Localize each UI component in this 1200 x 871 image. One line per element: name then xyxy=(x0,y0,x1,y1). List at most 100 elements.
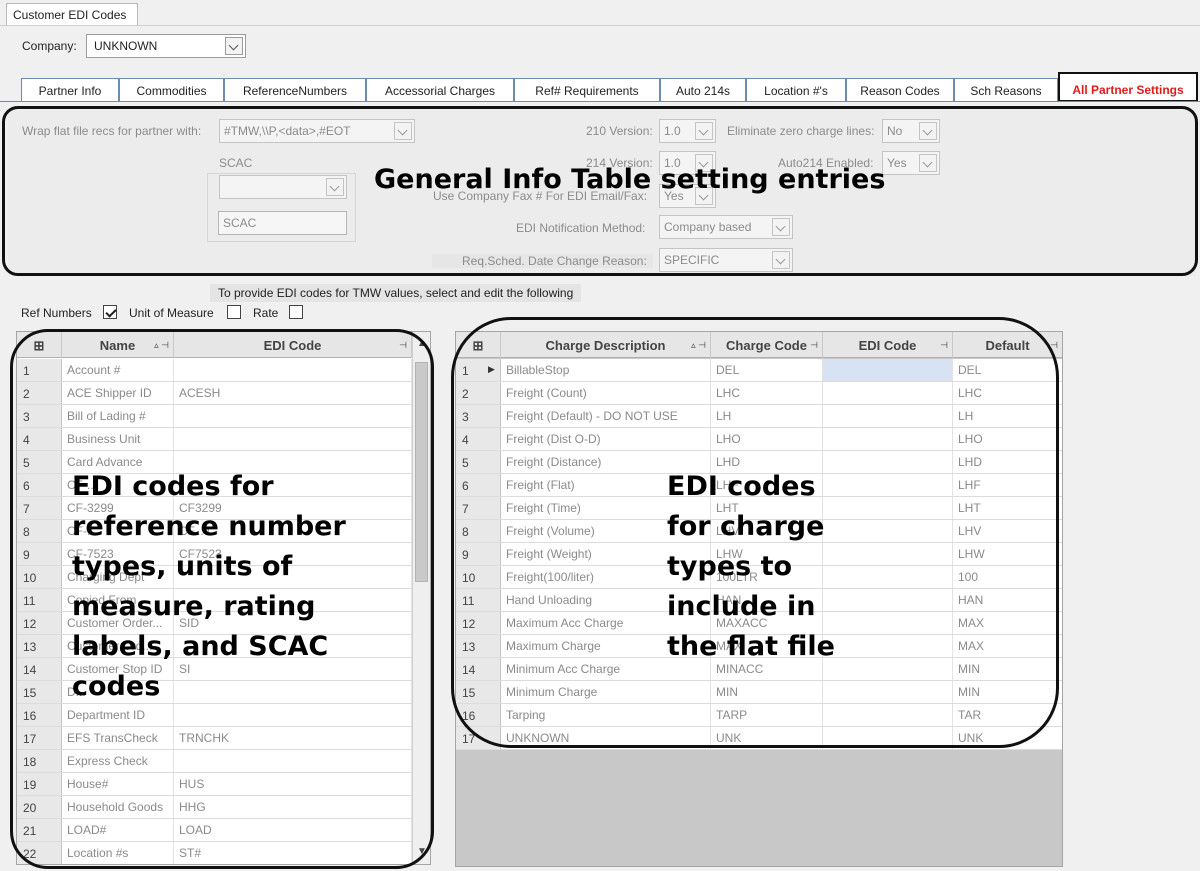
default-cell[interactable]: LHC xyxy=(953,382,1062,404)
header-edi-code[interactable]: EDI Code ⊣ xyxy=(823,332,953,358)
default-cell[interactable]: LHT xyxy=(953,497,1062,519)
scroll-down-icon[interactable]: ▼ xyxy=(417,846,427,857)
charge-code-cell[interactable]: TARP xyxy=(711,704,823,726)
table-row[interactable]: 22 Location #s ST# xyxy=(17,842,412,864)
name-cell[interactable]: LOAD# xyxy=(62,819,174,841)
wrap-select[interactable]: #TMW,\\P,<data>,#EOT xyxy=(219,119,415,143)
edi-code-cell[interactable]: LOAD xyxy=(174,819,412,841)
table-row[interactable]: 18 Express Check xyxy=(17,750,412,773)
unit-of-measure-checkbox[interactable] xyxy=(227,305,241,319)
table-row[interactable]: 15 Minimum Charge MIN MIN xyxy=(456,681,1062,704)
default-cell[interactable]: MIN xyxy=(953,681,1062,703)
charge-description-cell[interactable]: Minimum Charge xyxy=(501,681,711,703)
name-cell[interactable]: EFS TransCheck xyxy=(62,727,174,749)
default-cell[interactable]: HAN xyxy=(953,589,1062,611)
tab-partner-info[interactable]: Partner Info xyxy=(21,78,119,102)
table-row[interactable]: 1 ▶ BillableStop DEL DEL xyxy=(456,359,1062,382)
table-row[interactable]: 20 Household Goods HHG xyxy=(17,796,412,819)
pin-icon[interactable]: ▵ ⊣ xyxy=(691,340,706,351)
edi-code-cell[interactable]: HHG xyxy=(174,796,412,818)
name-cell[interactable]: ACE Shipper ID xyxy=(62,382,174,404)
reason-select[interactable]: SPECIFIC xyxy=(659,248,793,272)
charge-description-cell[interactable]: Freight (Count) xyxy=(501,382,711,404)
table-row[interactable]: 21 LOAD# LOAD xyxy=(17,819,412,842)
tab-all-partner-settings[interactable]: All Partner Settings xyxy=(1058,72,1198,102)
charge-code-cell[interactable]: LH xyxy=(711,405,823,427)
chevron-down-icon[interactable] xyxy=(695,122,713,140)
default-cell[interactable]: TAR xyxy=(953,704,1062,726)
notification-select[interactable]: Company based xyxy=(659,215,793,239)
tab-auto-214s[interactable]: Auto 214s xyxy=(660,78,746,102)
edi-code-cell[interactable] xyxy=(174,405,412,427)
edi-code-cell[interactable]: TRNCHK xyxy=(174,727,412,749)
grid-corner-icon[interactable]: ⊞ xyxy=(17,332,62,358)
table-row[interactable]: 17 UNKNOWN UNK UNK xyxy=(456,727,1062,750)
name-cell[interactable]: Department ID xyxy=(62,704,174,726)
default-cell[interactable]: MAX xyxy=(953,612,1062,634)
name-cell[interactable]: Business Unit xyxy=(62,428,174,450)
table-row[interactable]: 17 EFS TransCheck TRNCHK xyxy=(17,727,412,750)
charge-code-cell[interactable]: UNK xyxy=(711,727,823,749)
header-name[interactable]: Name ▵ ⊣ xyxy=(62,332,174,358)
table-row[interactable]: 3 Freight (Default) - DO NOT USE LH LH xyxy=(456,405,1062,428)
name-cell[interactable]: House# xyxy=(62,773,174,795)
default-cell[interactable]: LHW xyxy=(953,543,1062,565)
window-tab-customer-edi-codes[interactable]: Customer EDI Codes xyxy=(6,3,138,26)
header-charge-description[interactable]: Charge Description ▵ ⊣ xyxy=(501,332,711,358)
name-cell[interactable]: Account # xyxy=(62,359,174,381)
charge-code-cell[interactable]: MIN xyxy=(711,681,823,703)
edi-code-cell[interactable] xyxy=(823,428,953,450)
name-cell[interactable]: Express Check xyxy=(62,750,174,772)
edi-code-cell[interactable] xyxy=(174,359,412,381)
chevron-down-icon[interactable] xyxy=(225,37,243,55)
chevron-down-icon[interactable] xyxy=(919,154,937,172)
company-select[interactable]: UNKNOWN xyxy=(86,34,246,58)
table-row[interactable]: 16 Department ID xyxy=(17,704,412,727)
pin-icon[interactable]: ⊣ xyxy=(1050,340,1058,351)
charge-code-cell[interactable]: DEL xyxy=(711,359,823,381)
table-row[interactable]: 3 Bill of Lading # xyxy=(17,405,412,428)
tab-reason-codes[interactable]: Reason Codes xyxy=(846,78,954,102)
charge-description-cell[interactable]: Freight (Dist O-D) xyxy=(501,428,711,450)
edi-code-cell[interactable] xyxy=(823,681,953,703)
edi-code-cell[interactable] xyxy=(174,704,412,726)
chevron-down-icon[interactable] xyxy=(772,218,790,236)
charge-code-cell[interactable]: LHC xyxy=(711,382,823,404)
auto214-select[interactable]: Yes xyxy=(882,151,940,175)
scroll-up-icon[interactable]: ▲ xyxy=(417,338,427,349)
edi-code-cell[interactable]: ACESH xyxy=(174,382,412,404)
chevron-down-icon[interactable] xyxy=(326,178,344,196)
name-cell[interactable]: Household Goods xyxy=(62,796,174,818)
edi-code-cell[interactable] xyxy=(823,382,953,404)
pin-icon[interactable]: ⊣ xyxy=(810,340,818,351)
scac-select[interactable] xyxy=(219,175,347,199)
ref-numbers-checkbox[interactable] xyxy=(103,305,117,319)
charge-description-cell[interactable]: Freight (Default) - DO NOT USE xyxy=(501,405,711,427)
v210-select[interactable]: 1.0 xyxy=(659,119,716,143)
left-grid-scrollbar[interactable]: ▲ ▼ xyxy=(412,332,430,864)
header-default[interactable]: Default ⊣ xyxy=(953,332,1062,358)
tab-reference-numbers[interactable]: ReferenceNumbers xyxy=(224,78,366,102)
rate-checkbox[interactable] xyxy=(289,305,303,319)
default-cell[interactable]: UNK xyxy=(953,727,1062,749)
edi-code-cell[interactable]: HUS xyxy=(174,773,412,795)
edi-code-cell[interactable]: ST# xyxy=(174,842,412,864)
tab-sch-reasons[interactable]: Sch Reasons xyxy=(954,78,1058,102)
chevron-down-icon[interactable] xyxy=(772,251,790,269)
scac-text-field[interactable]: SCAC xyxy=(218,211,347,235)
tab-location-numbers[interactable]: Location #'s xyxy=(746,78,846,102)
default-cell[interactable]: LHV xyxy=(953,520,1062,542)
table-row[interactable]: 2 Freight (Count) LHC LHC xyxy=(456,382,1062,405)
charge-description-cell[interactable]: UNKNOWN xyxy=(501,727,711,749)
edi-code-cell[interactable] xyxy=(174,428,412,450)
pin-icon[interactable]: ⊣ xyxy=(399,340,407,351)
tab-ref-requirements[interactable]: Ref# Requirements xyxy=(514,78,660,102)
default-cell[interactable]: LHD xyxy=(953,451,1062,473)
header-charge-code[interactable]: Charge Code ⊣ xyxy=(711,332,823,358)
name-cell[interactable]: Location #s xyxy=(62,842,174,864)
chevron-down-icon[interactable] xyxy=(919,122,937,140)
pin-icon[interactable]: ▵ ⊣ xyxy=(154,340,169,351)
table-row[interactable]: 16 Tarping TARP TAR xyxy=(456,704,1062,727)
charge-description-cell[interactable]: BillableStop xyxy=(501,359,711,381)
table-row[interactable]: 4 Business Unit xyxy=(17,428,412,451)
